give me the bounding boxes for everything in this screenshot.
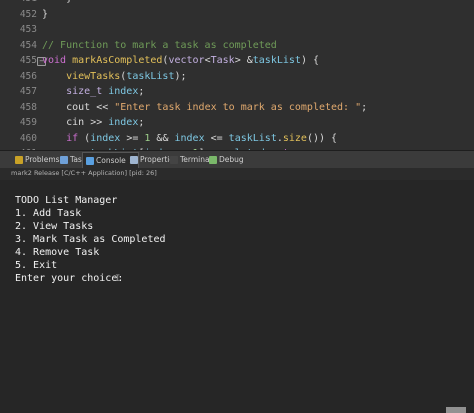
- tab-debug[interactable]: Debug: [206, 153, 247, 166]
- code-token: size_t: [66, 86, 109, 97]
- code-token: index: [174, 132, 211, 144]
- tab-problems[interactable]: Problems: [12, 153, 63, 166]
- code-line[interactable]: 457 size_t index;: [0, 84, 474, 100]
- terminal-icon: [170, 155, 178, 164]
- code-token: <<: [96, 101, 115, 113]
- line-number: 459: [19, 117, 37, 128]
- console-line: 1. Add Task: [15, 208, 82, 219]
- code-text: cin >> index;: [42, 115, 144, 131]
- code-token: taskList: [126, 70, 175, 82]
- code-token: ;: [361, 101, 368, 113]
- code-line[interactable]: 453: [0, 22, 474, 38]
- console-line: Enter your choice:: [15, 273, 130, 284]
- code-line[interactable]: 459 cin >> index;: [0, 115, 474, 131]
- console-line: 5. Exit: [15, 260, 58, 271]
- text-cursor-icon: I: [115, 274, 121, 284]
- console-icon: [86, 156, 94, 165]
- code-token: ) {: [300, 55, 319, 66]
- line-number: 458: [19, 101, 37, 113]
- code-token: taskList: [228, 132, 277, 144]
- code-token: <=: [210, 132, 229, 144]
- code-token: index: [90, 132, 127, 144]
- code-token: markAsCompleted: [72, 55, 163, 66]
- tab-label: Console: [96, 156, 126, 165]
- code-token: index: [108, 86, 139, 97]
- code-line[interactable]: 452}: [0, 7, 474, 23]
- code-token: vector: [168, 55, 205, 66]
- code-token: ;: [138, 86, 145, 97]
- code-text: }: [42, 7, 48, 23]
- panel-tab-bar: ProblemsTasksConsole×PropertiesTerminalD…: [0, 150, 474, 168]
- debug-icon: [209, 155, 217, 164]
- code-token: viewTasks: [66, 70, 121, 82]
- code-line[interactable]: 454 // Function to mark a task as complet…: [0, 38, 474, 54]
- code-token: }: [66, 0, 72, 4]
- line-number: 454: [19, 39, 37, 51]
- line-number: 457: [19, 86, 37, 97]
- code-text: cout << "Enter task index to mark as com…: [42, 100, 367, 116]
- console-line: 4. Remove Task: [15, 247, 100, 258]
- code-token: }: [42, 8, 49, 20]
- code-line[interactable]: 458 cout << "Enter task index to mark as…: [0, 100, 474, 116]
- code-token: 1: [144, 132, 157, 144]
- line-number: 452: [19, 8, 37, 20]
- code-token: );: [174, 70, 187, 82]
- tab-label: Problems: [25, 155, 60, 164]
- code-token: Task: [210, 55, 235, 66]
- code-token: ;: [138, 117, 145, 128]
- properties-icon: [130, 155, 138, 164]
- code-token: if: [66, 132, 85, 144]
- console-process-label: mark2 Release [C/C++ Application] [pid: …: [0, 168, 474, 179]
- code-editor[interactable]: 451 }452}453454// Function to mark a tas…: [0, 0, 474, 150]
- problems-icon: [15, 155, 23, 164]
- tasks-icon: [60, 155, 68, 164]
- code-token: cin: [66, 117, 91, 128]
- console-output[interactable]: TODO List Manager 1. Add Task 2. View Task…: [0, 180, 474, 413]
- code-line[interactable]: 460 if (index >= 1 && index <= taskList.…: [0, 131, 474, 147]
- tab-label: Debug: [219, 155, 244, 164]
- console-line: 2. View Tasks: [15, 221, 94, 232]
- line-number: 453: [19, 24, 37, 35]
- code-token: index: [108, 117, 139, 128]
- console-line: TODO List Manager: [15, 195, 118, 206]
- scrollbar[interactable]: [446, 407, 466, 413]
- code-token: "Enter task index to mark as completed: …: [114, 101, 362, 113]
- code-token: >>: [90, 117, 109, 128]
- code-token: void: [42, 55, 73, 66]
- code-token: >=: [126, 132, 145, 144]
- code-token: cout: [66, 101, 97, 113]
- code-token: // Function to mark a task as completed: [42, 39, 277, 51]
- line-number: 460: [19, 132, 37, 144]
- code-line[interactable]: 455− void markAsCompleted(vector<Task> &t…: [0, 53, 474, 69]
- code-text: void markAsCompleted(vector<Task> &taskL…: [42, 53, 319, 69]
- code-token: > &: [234, 55, 253, 66]
- code-token: size: [282, 132, 307, 144]
- line-number: 456: [19, 70, 37, 82]
- code-token: &&: [156, 132, 175, 144]
- code-token: ()) {: [306, 132, 338, 144]
- line-number: 455: [19, 55, 37, 66]
- code-text: size_t index;: [42, 84, 144, 100]
- code-token: taskList: [252, 55, 301, 66]
- console-line: 3. Mark Task as Completed: [15, 234, 166, 245]
- code-text: viewTasks(taskList);: [42, 69, 187, 85]
- code-text: if (index >= 1 && index <= taskList.size…: [42, 131, 337, 147]
- code-text: // Function to mark a task as completed: [42, 38, 277, 54]
- code-line[interactable]: 456 viewTasks(taskList);: [0, 69, 474, 85]
